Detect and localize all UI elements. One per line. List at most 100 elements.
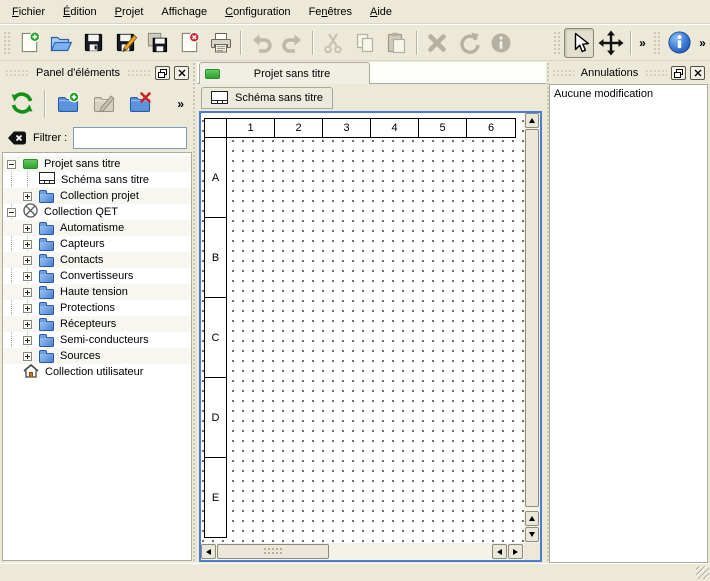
tree-item-label: Collection utilisateur — [45, 366, 143, 378]
save-as-button[interactable] — [110, 28, 140, 58]
menu-item-aide[interactable]: Aide — [361, 2, 401, 22]
edit-category-button[interactable] — [88, 88, 120, 120]
dock-float-button[interactable] — [671, 66, 686, 80]
tree-item-recepteurs[interactable]: Récepteurs — [3, 316, 191, 332]
select-tool-button[interactable] — [564, 28, 594, 58]
menu-item-configuration[interactable]: Configuration — [216, 2, 299, 22]
collapse-expander-icon[interactable] — [7, 160, 16, 169]
tree-item-capteurs[interactable]: Capteurs — [3, 236, 191, 252]
tree-item-sources[interactable]: Sources — [3, 348, 191, 364]
save-button[interactable] — [78, 28, 108, 58]
delete-icon — [425, 31, 449, 55]
project-icon — [23, 159, 38, 169]
rotate-button[interactable] — [454, 28, 484, 58]
tree-item-collection-utilisateur[interactable]: Collection utilisateur — [3, 364, 191, 380]
tree-item-collection-qet[interactable]: Collection QET — [3, 204, 191, 220]
menu-item-fichier[interactable]: Fichier — [3, 2, 54, 22]
print-button[interactable] — [206, 28, 236, 58]
new-category-button[interactable] — [52, 88, 84, 120]
expand-expander-icon[interactable] — [23, 288, 32, 297]
menu-item-projet[interactable]: Projet — [106, 2, 153, 22]
collapse-expander-icon[interactable] — [7, 208, 16, 217]
expand-expander-icon[interactable] — [23, 320, 32, 329]
scroll-right-button[interactable] — [508, 544, 523, 559]
save-all-button[interactable] — [142, 28, 172, 58]
scroll-up-button[interactable] — [525, 511, 539, 526]
tree-item-automatisme[interactable]: Automatisme — [3, 220, 191, 236]
scrollbar-corner — [524, 543, 540, 560]
horizontal-scrollbar[interactable] — [201, 543, 524, 560]
tab-projet-sans-titre[interactable]: Projet sans titre — [199, 62, 370, 84]
grid-column-header: 3 — [322, 118, 371, 138]
help-toolbar: » — [650, 25, 710, 61]
about-button[interactable] — [664, 28, 694, 58]
new-category-icon — [56, 91, 80, 118]
expand-expander-icon[interactable] — [23, 224, 32, 233]
copy-button[interactable] — [350, 28, 380, 58]
collections-tree: Projet sans titre Schéma sans titre Coll… — [2, 152, 192, 561]
cut-button[interactable] — [318, 28, 348, 58]
filter-input[interactable] — [73, 127, 187, 149]
redo-icon — [281, 31, 305, 55]
toolbar-drag-handle[interactable] — [653, 31, 660, 55]
scroll-left-button[interactable] — [201, 544, 216, 559]
toolbar-overflow-button[interactable]: » — [635, 36, 650, 50]
element-info-button[interactable] — [486, 28, 516, 58]
horizontal-scroll-thumb[interactable] — [217, 544, 329, 559]
status-bar — [0, 563, 710, 581]
tree-item-label: Semi-conducteurs — [60, 334, 149, 346]
tree-item-semi-conducteurs[interactable]: Semi-conducteurs — [3, 332, 191, 348]
tree-item-convertisseurs[interactable]: Convertisseurs — [3, 268, 191, 284]
dock-float-button[interactable] — [155, 66, 170, 80]
tree-item-contacts[interactable]: Contacts — [3, 252, 191, 268]
vertical-scroll-thumb[interactable] — [525, 129, 539, 507]
open-project-button[interactable] — [46, 28, 76, 58]
expand-expander-icon[interactable] — [23, 352, 32, 361]
expand-expander-icon[interactable] — [23, 304, 32, 313]
toolbar-overflow-button[interactable]: » — [177, 97, 184, 111]
expand-expander-icon[interactable] — [23, 192, 32, 201]
toolbar-drag-handle[interactable] — [3, 31, 10, 55]
tree-item-schema-sans-titre[interactable]: Schéma sans titre — [3, 172, 191, 188]
resize-grip[interactable] — [696, 566, 709, 579]
undo-list-item[interactable]: Aucune modification — [551, 86, 706, 101]
tree-item-collection-projet[interactable]: Collection projet — [3, 188, 191, 204]
grid-column-header: 6 — [466, 118, 516, 138]
save-icon — [82, 31, 105, 54]
tree-item-projet-sans-titre[interactable]: Projet sans titre — [3, 156, 191, 172]
clear-filter-button[interactable] — [7, 130, 27, 146]
menu-item-fenetres[interactable]: Fenêtres — [300, 2, 361, 22]
grid-row-header: B — [204, 217, 227, 298]
redo-button[interactable] — [278, 28, 308, 58]
move-tool-button[interactable] — [596, 28, 626, 58]
menu-item-affichage[interactable]: Affichage — [152, 2, 216, 22]
undo-button[interactable] — [246, 28, 276, 58]
tab-schema-sans-titre[interactable]: Schéma sans titre — [201, 87, 333, 109]
new-document-button[interactable] — [14, 28, 44, 58]
toolbar-overflow-button[interactable]: » — [695, 36, 710, 50]
expand-expander-icon[interactable] — [23, 256, 32, 265]
dock-close-button[interactable] — [174, 66, 189, 80]
expand-expander-icon[interactable] — [23, 272, 32, 281]
delete-category-button[interactable] — [124, 88, 156, 120]
float-icon — [674, 69, 683, 78]
menu-item-edition[interactable]: Édition — [54, 2, 106, 22]
schema-canvas[interactable]: 1 2 3 4 5 6 A B C D E — [201, 113, 524, 543]
paste-button[interactable] — [382, 28, 412, 58]
vertical-scrollbar[interactable] — [524, 113, 540, 543]
expand-expander-icon[interactable] — [23, 336, 32, 345]
delete-button[interactable] — [422, 28, 452, 58]
close-file-button[interactable] — [174, 28, 204, 58]
elements-panel-dock: Panel d'éléments » Filtrer : Projet sans… — [2, 62, 192, 561]
toolbar-drag-handle[interactable] — [553, 31, 560, 55]
scroll-up-button[interactable] — [525, 113, 539, 128]
tree-item-label: Automatisme — [60, 222, 124, 234]
tree-item-haute-tension[interactable]: Haute tension — [3, 284, 191, 300]
scroll-down-button[interactable] — [525, 527, 539, 542]
reload-collections-button[interactable] — [6, 88, 38, 120]
dock-close-button[interactable] — [690, 66, 705, 80]
scroll-left-button[interactable] — [492, 544, 507, 559]
tree-item-protections[interactable]: Protections — [3, 300, 191, 316]
dock-title-texture — [5, 69, 29, 77]
expand-expander-icon[interactable] — [23, 240, 32, 249]
